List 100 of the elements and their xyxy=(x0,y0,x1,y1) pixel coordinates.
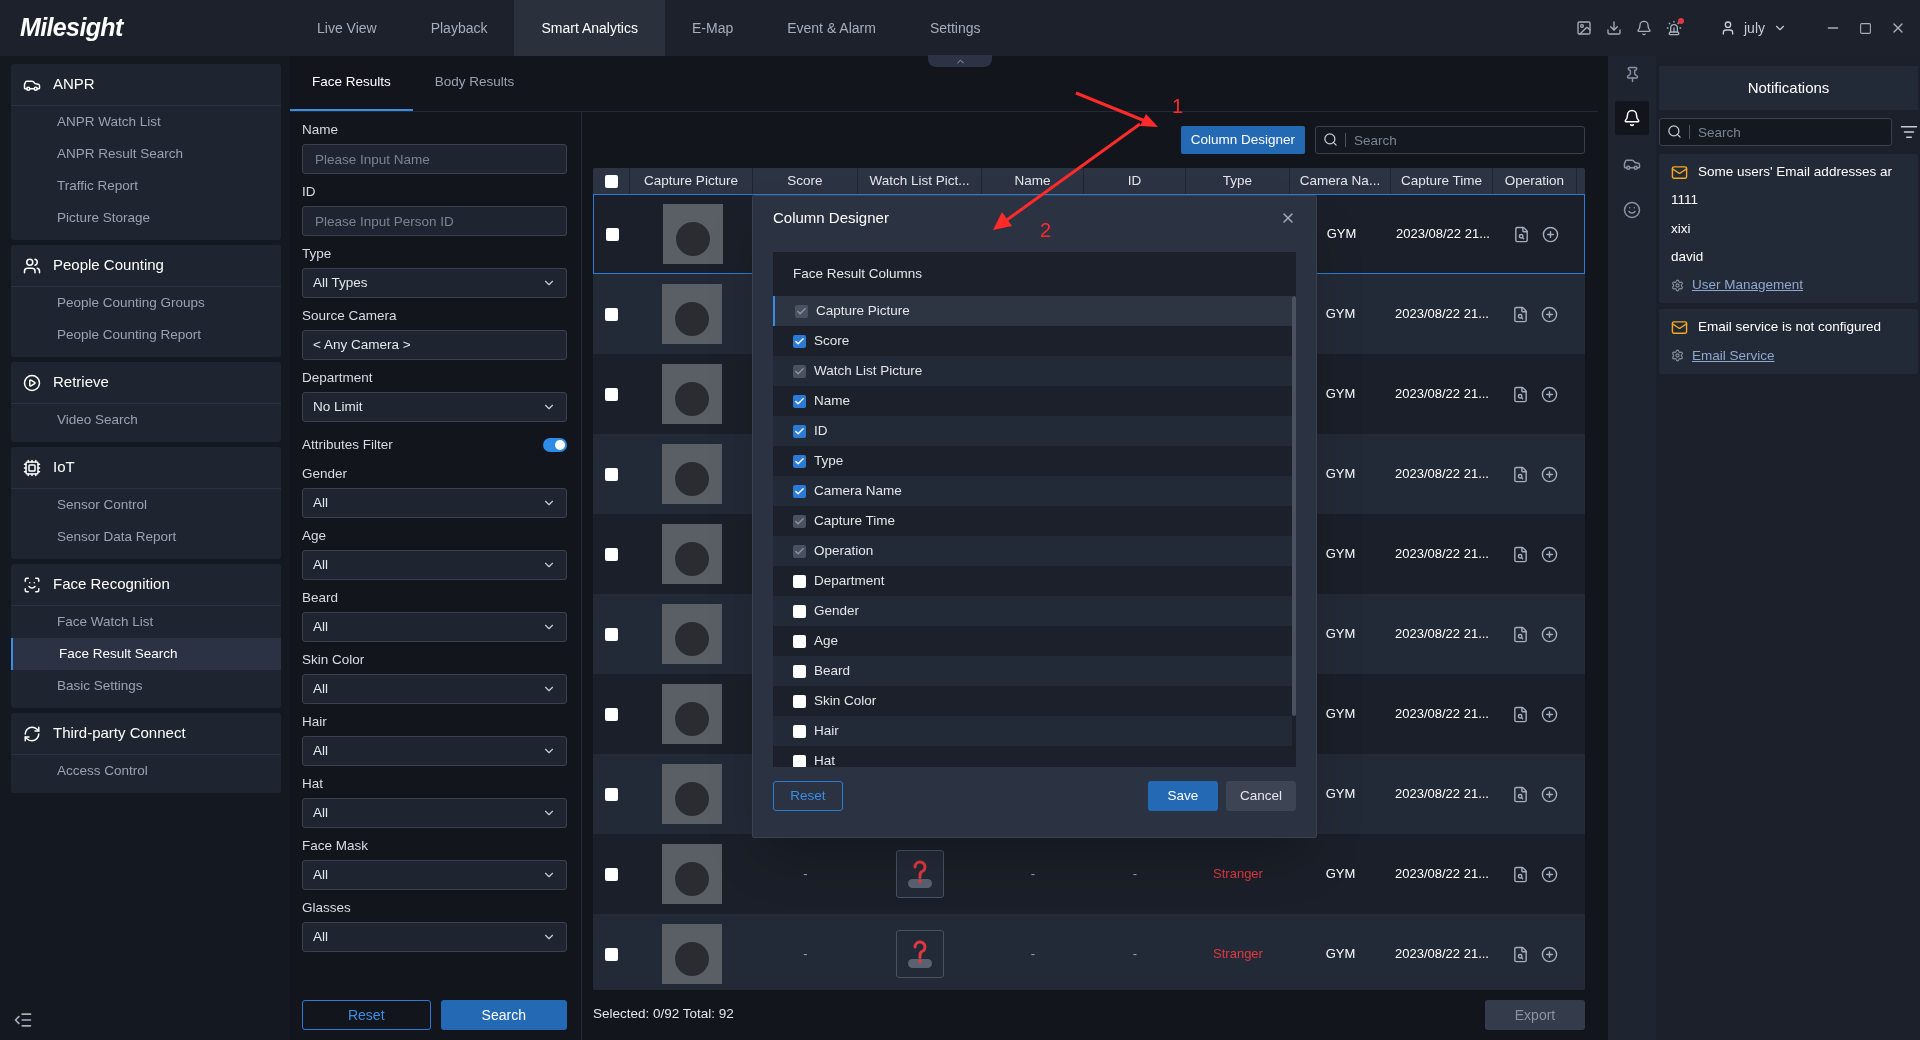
column-option[interactable]: ID xyxy=(773,416,1292,446)
checkbox[interactable] xyxy=(793,604,806,618)
table-row[interactable]: - - - Stranger GYM 2023/08/22 21... xyxy=(593,834,1585,914)
column-option[interactable]: Gender xyxy=(773,596,1292,626)
checkbox[interactable] xyxy=(793,694,806,708)
details-icon[interactable] xyxy=(1512,705,1529,723)
checkbox[interactable] xyxy=(793,754,806,767)
checkbox[interactable] xyxy=(605,707,618,721)
search-button[interactable]: Search xyxy=(440,1000,567,1030)
bell-icon[interactable] xyxy=(1636,20,1652,36)
column-designer-button[interactable]: Column Designer xyxy=(1180,126,1305,154)
details-icon[interactable] xyxy=(1512,785,1529,803)
add-icon[interactable] xyxy=(1542,225,1559,243)
maximize-icon[interactable] xyxy=(1859,21,1872,35)
nav-tab[interactable]: Playback xyxy=(403,0,515,56)
user-menu[interactable]: july xyxy=(1720,17,1787,39)
nav-tab[interactable]: Event & Alarm xyxy=(760,0,903,56)
select-field[interactable]: All xyxy=(302,798,567,828)
nav-item[interactable]: Picture Storage xyxy=(11,202,281,234)
nav-item[interactable]: ANPR Watch List xyxy=(11,106,281,138)
column-option[interactable]: Beard xyxy=(773,656,1292,686)
select-field[interactable]: All xyxy=(302,612,567,642)
save-button[interactable]: Save xyxy=(1148,781,1218,811)
nav-item[interactable]: Face Result Search xyxy=(11,638,281,670)
result-tab[interactable]: Body Results xyxy=(412,56,537,111)
add-icon[interactable] xyxy=(1541,945,1558,963)
checkbox[interactable] xyxy=(793,394,806,408)
export-button[interactable]: Export xyxy=(1485,1000,1585,1030)
checkbox[interactable] xyxy=(605,787,618,801)
details-icon[interactable] xyxy=(1512,545,1529,563)
checkbox[interactable] xyxy=(793,484,806,498)
image-icon[interactable] xyxy=(1576,20,1592,36)
details-icon[interactable] xyxy=(1512,625,1529,643)
checkbox[interactable] xyxy=(605,387,618,401)
checkbox[interactable] xyxy=(605,467,618,481)
details-icon[interactable] xyxy=(1512,385,1529,403)
add-icon[interactable] xyxy=(1541,705,1558,723)
checkbox[interactable] xyxy=(793,424,806,438)
select-field[interactable]: All Types xyxy=(302,268,567,298)
nav-tab[interactable]: E-Map xyxy=(664,0,761,56)
add-icon[interactable] xyxy=(1541,305,1558,323)
checkbox[interactable] xyxy=(605,947,618,961)
add-icon[interactable] xyxy=(1541,865,1558,883)
nav-item[interactable]: Video Search xyxy=(11,404,281,436)
details-icon[interactable] xyxy=(1512,865,1529,883)
download-icon[interactable] xyxy=(1606,20,1622,36)
select-field[interactable]: All xyxy=(302,674,567,704)
result-tab[interactable]: Face Results xyxy=(290,56,413,111)
add-icon[interactable] xyxy=(1541,625,1558,643)
select-field[interactable]: All xyxy=(302,736,567,766)
collapse-menu-icon[interactable] xyxy=(13,1010,33,1030)
checkbox[interactable] xyxy=(605,307,618,321)
checkbox[interactable] xyxy=(793,574,806,588)
reset-button[interactable]: Reset xyxy=(773,781,843,811)
details-icon[interactable] xyxy=(1513,225,1530,243)
checkbox[interactable] xyxy=(605,547,618,561)
checkbox[interactable] xyxy=(605,867,618,881)
select-field[interactable]: All xyxy=(302,488,567,518)
nav-item[interactable]: People Counting Groups xyxy=(11,287,281,319)
notification-link[interactable]: Email Service xyxy=(1692,345,1775,366)
checkbox[interactable] xyxy=(605,627,618,641)
nav-tab[interactable]: Smart Analytics xyxy=(514,0,665,56)
nav-item[interactable]: ANPR Result Search xyxy=(11,138,281,170)
search-field[interactable]: Search xyxy=(1315,126,1585,154)
camera-picker[interactable]: < Any Camera > xyxy=(302,330,567,360)
select-field[interactable]: All xyxy=(302,860,567,890)
column-option[interactable]: Hair xyxy=(773,716,1292,746)
bell-icon[interactable] xyxy=(1615,101,1649,135)
alarm-icon[interactable] xyxy=(1666,20,1682,36)
checkbox[interactable] xyxy=(606,227,619,241)
sort-list-icon[interactable] xyxy=(1900,123,1918,141)
nav-tab[interactable]: Settings xyxy=(902,0,1008,56)
input-field[interactable]: Please Input Person ID xyxy=(302,206,567,236)
nav-tab[interactable]: Live View xyxy=(290,0,404,56)
nav-item[interactable]: Sensor Control xyxy=(11,489,281,521)
select-field[interactable]: No Limit xyxy=(302,392,567,422)
checkbox[interactable] xyxy=(604,174,618,188)
select-field[interactable]: All xyxy=(302,550,567,580)
add-icon[interactable] xyxy=(1541,465,1558,483)
nav-item[interactable]: Traffic Report xyxy=(11,170,281,202)
nav-item[interactable]: People Counting Report xyxy=(11,319,281,351)
nav-group-title[interactable]: Retrieve xyxy=(53,371,109,394)
reset-button[interactable]: Reset xyxy=(302,1000,431,1030)
nav-group-title[interactable]: IoT xyxy=(53,456,75,479)
checkbox[interactable] xyxy=(793,454,806,468)
search-field[interactable]: Search xyxy=(1659,118,1892,146)
select-field[interactable]: All xyxy=(302,922,567,952)
nav-group-title[interactable]: Face Recognition xyxy=(53,573,170,596)
checkbox[interactable] xyxy=(793,724,806,738)
details-icon[interactable] xyxy=(1512,945,1529,963)
nav-item[interactable]: Sensor Data Report xyxy=(11,521,281,553)
column-option[interactable]: Camera Name xyxy=(773,476,1292,506)
nav-group-title[interactable]: Third-party Connect xyxy=(53,722,186,745)
details-icon[interactable] xyxy=(1512,305,1529,323)
add-icon[interactable] xyxy=(1541,545,1558,563)
notification-link[interactable]: User Management xyxy=(1692,275,1804,296)
add-icon[interactable] xyxy=(1541,385,1558,403)
input-field[interactable]: Please Input Name xyxy=(302,144,567,174)
checkbox[interactable] xyxy=(793,334,806,348)
cancel-button[interactable]: Cancel xyxy=(1226,781,1296,811)
